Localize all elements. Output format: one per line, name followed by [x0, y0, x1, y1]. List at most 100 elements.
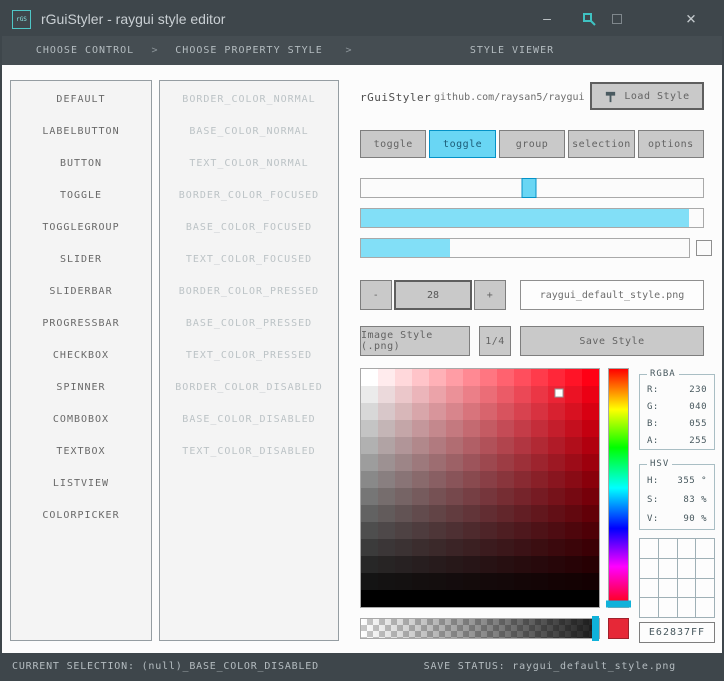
list-item-togglegroup[interactable]: TOGGLEGROUP [11, 212, 151, 244]
palette-cell[interactable] [696, 578, 714, 598]
a-value-box[interactable]: 255 [689, 436, 707, 446]
palette-grid [639, 538, 715, 618]
palette-cell[interactable] [658, 598, 677, 617]
palette-cell[interactable] [658, 539, 677, 558]
list-item-base-color-normal[interactable]: BASE_COLOR_NORMAL [160, 116, 338, 148]
save-style-button[interactable]: Save Style [520, 326, 704, 356]
palette-cell[interactable] [658, 578, 677, 598]
list-item-base-color-disabled[interactable]: BASE_COLOR_DISABLED [160, 404, 338, 436]
hue-bar[interactable] [606, 368, 631, 608]
list-item-text-color-focused[interactable]: TEXT_COLOR_FOCUSED [160, 244, 338, 276]
list-item-border-color-focused[interactable]: BORDER_COLOR_FOCUSED [160, 180, 338, 212]
list-item-border-color-normal[interactable]: BORDER_COLOR_NORMAL [160, 84, 338, 116]
alpha-marker[interactable] [592, 616, 599, 641]
list-item-slider[interactable]: SLIDER [11, 244, 151, 276]
list-item-text-color-disabled[interactable]: TEXT_COLOR_DISABLED [160, 436, 338, 468]
alpha-bar[interactable] [360, 616, 600, 641]
ratio-button[interactable]: 1/4 [479, 326, 511, 356]
app-name-label: rGuiStyler [360, 91, 432, 104]
sv-gradient-grid [361, 369, 599, 607]
load-style-button[interactable]: Load Style [590, 82, 704, 110]
g-value-box[interactable]: 040 [689, 402, 707, 412]
list-item-spinner[interactable]: SPINNER [11, 372, 151, 404]
color-cursor[interactable] [554, 388, 564, 398]
list-item-default[interactable]: DEFAULT [11, 84, 151, 116]
current-selection-status: CURRENT SELECTION: (null)_BASE_COLOR_DIS… [12, 660, 319, 672]
hex-value-box[interactable]: E62837FF [639, 622, 715, 643]
toggle-group-item-toggle[interactable]: toggle [429, 130, 496, 158]
section-header-bar: CHOOSE CONTROL > CHOOSE PROPERTY STYLE >… [2, 36, 722, 65]
b-value-box[interactable]: 055 [689, 419, 707, 429]
slider[interactable] [360, 178, 704, 198]
hue-marker[interactable] [606, 600, 631, 608]
slider-bar[interactable] [360, 208, 704, 228]
app-logo-icon: rGS [12, 9, 31, 29]
palette-cell[interactable] [658, 558, 677, 578]
list-item-text-color-normal[interactable]: TEXT_COLOR_NORMAL [160, 148, 338, 180]
list-item-border-color-disabled[interactable]: BORDER_COLOR_DISABLED [160, 372, 338, 404]
rguistyler-window: rGS rGuiStyler - raygui style editor — ×… [0, 0, 724, 681]
maximize-button[interactable] [602, 2, 632, 36]
repo-link-label: github.com/raysan5/raygui [434, 92, 585, 103]
palette-cell[interactable] [677, 598, 696, 617]
rgba-row-r: R: 230 [640, 381, 714, 398]
image-style-button[interactable]: Image Style (.png) [360, 326, 470, 356]
file-name-textbox[interactable]: raygui_default_style.png [520, 280, 704, 310]
palette-cell[interactable] [640, 558, 658, 578]
toggle-group: toggle toggle group selection options [360, 130, 705, 158]
minimize-button[interactable]: — [532, 2, 562, 36]
checkbox[interactable] [696, 240, 712, 256]
palette-cell[interactable] [640, 598, 658, 617]
list-item-checkbox[interactable]: CHECKBOX [11, 340, 151, 372]
close-button[interactable]: × [676, 2, 706, 36]
status-bar: CURRENT SELECTION: (null)_BASE_COLOR_DIS… [2, 653, 722, 679]
style-table-icon [606, 91, 616, 102]
progress-bar[interactable] [360, 238, 690, 258]
palette-cell[interactable] [696, 539, 714, 558]
minimize-icon: — [543, 11, 551, 27]
hsv-group-box: HSV H: 355 ° S: 83 % V: 90 % [639, 459, 715, 530]
palette-cell[interactable] [696, 558, 714, 578]
save-status: SAVE STATUS: raygui_default_style.png [423, 660, 676, 672]
r-value-box[interactable]: 230 [689, 385, 707, 395]
palette-cell[interactable] [696, 598, 714, 617]
palette-cell[interactable] [677, 578, 696, 598]
list-item-textbox[interactable]: TEXTBOX [11, 436, 151, 468]
palette-cell[interactable] [640, 539, 658, 558]
list-item-button[interactable]: BUTTON [11, 148, 151, 180]
section-style-viewer: STYLE VIEWER [469, 45, 555, 56]
slider-handle[interactable] [521, 178, 537, 198]
a-label: A: [647, 435, 659, 446]
palette-cell[interactable] [677, 539, 696, 558]
hsv-row-v: V: 90 % [640, 509, 714, 528]
list-item-base-color-pressed[interactable]: BASE_COLOR_PRESSED [160, 308, 338, 340]
rgba-row-b: B: 055 [640, 415, 714, 432]
controls-listview: DEFAULT LABELBUTTON BUTTON TOGGLE TOGGLE… [10, 80, 152, 641]
list-item-sliderbar[interactable]: SLIDERBAR [11, 276, 151, 308]
list-item-labelbutton[interactable]: LABELBUTTON [11, 116, 151, 148]
toggle-group-item-group[interactable]: group [498, 130, 566, 158]
maximize-icon [612, 14, 622, 24]
spinner-value-box[interactable]: 28 [394, 280, 472, 310]
list-item-toggle[interactable]: TOGGLE [11, 180, 151, 212]
titlebar[interactable]: rGS rGuiStyler - raygui style editor — × [2, 2, 722, 36]
chevron-right-icon: > [345, 45, 353, 56]
b-label: B: [647, 418, 659, 429]
rgba-group-label: RGBA [647, 369, 679, 379]
palette-cell[interactable] [640, 578, 658, 598]
toggle-group-item-selection[interactable]: selection [568, 130, 635, 158]
spinner-minus-button[interactable]: - [360, 280, 392, 310]
list-item-text-color-pressed[interactable]: TEXT_COLOR_PRESSED [160, 340, 338, 372]
spinner-plus-button[interactable]: + [474, 280, 506, 310]
toggle-button[interactable]: toggle [360, 130, 427, 158]
list-item-base-color-focused[interactable]: BASE_COLOR_FOCUSED [160, 212, 338, 244]
list-item-combobox[interactable]: COMBOBOX [11, 404, 151, 436]
toggle-group-item-options[interactable]: options [637, 130, 705, 158]
pin-icon[interactable] [574, 2, 604, 36]
list-item-border-color-pressed[interactable]: BORDER_COLOR_PRESSED [160, 276, 338, 308]
color-panel[interactable] [360, 368, 600, 608]
list-item-listview[interactable]: LISTVIEW [11, 468, 151, 500]
list-item-colorpicker[interactable]: COLORPICKER [11, 500, 151, 532]
list-item-progressbar[interactable]: PROGRESSBAR [11, 308, 151, 340]
palette-cell[interactable] [677, 558, 696, 578]
